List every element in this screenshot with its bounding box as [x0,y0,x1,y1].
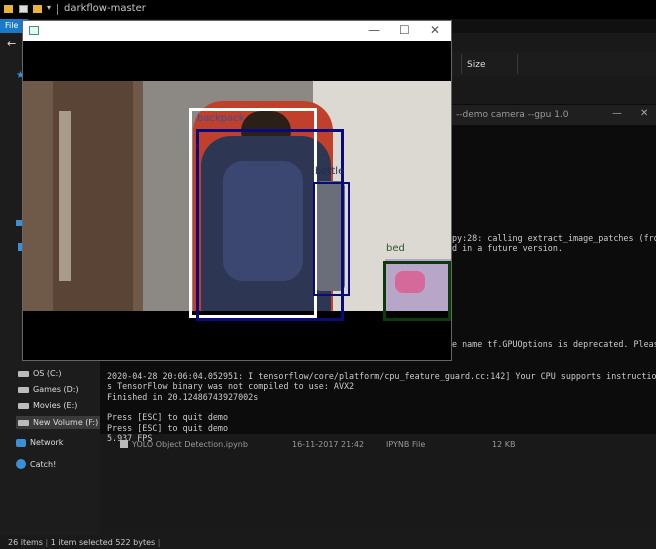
console-line: py:28: calling extract_image_patches (fr… [452,233,656,243]
nav-item-label: New Volume (F:) [33,418,99,427]
nav-item-label: Movies (E:) [33,401,78,410]
drive-icon [18,402,29,409]
console-line: d in a future version. [452,243,563,253]
detection-box-bed [383,261,451,321]
nav-item-label: OS (C:) [33,369,62,378]
console-line: Press [ESC] to quit demo [107,423,229,433]
file-size: 12 KB [492,440,516,449]
column-size[interactable]: Size [467,60,485,70]
nav-item-os-c[interactable]: OS (C:) [18,369,61,378]
file-icon [120,440,128,448]
quick-access-dropdown-icon[interactable]: ▾ [47,3,51,12]
console-line: 2020-04-28 20:06:04.052951: I tensorflow… [107,371,656,381]
nav-item-label: Network [30,438,64,447]
column-divider[interactable] [517,54,518,74]
nav-item-movies-e[interactable]: Movies (E:) [18,401,77,410]
nav-item-new-volume-f[interactable]: New Volume (F:) [16,416,100,429]
camera-window-title-bar[interactable]: — ☐ ✕ [23,21,451,41]
nav-item-label: Games (D:) [33,385,79,394]
camera-minimize-button[interactable]: — [368,23,380,37]
camera-window[interactable]: — ☐ ✕ [22,20,452,361]
explorer-title-bar: ▾ darkflow-master [0,0,656,19]
drive-icon [18,386,29,393]
detection-label-bed: bed [386,243,405,254]
file-date: 16-11-2017 21:42 [292,440,365,449]
catch-icon [16,459,26,469]
console-line: e name tf.GPUOptions is deprecated. Plea… [452,339,656,349]
explorer-title: darkflow-master [64,3,146,14]
properties-icon[interactable] [19,5,28,13]
new-folder-icon[interactable] [33,5,42,13]
nav-item-catch[interactable]: Catch! [16,459,56,469]
file-type: IPYNB File [386,440,426,449]
nav-item-games-d[interactable]: Games (D:) [18,385,79,394]
file-row[interactable]: YOLO Object Detection.ipynb 16-11-2017 2… [108,440,656,452]
status-item-count: 26 items [8,538,43,547]
console-title: --demo camera --gpu 1.0 [451,105,656,125]
folder-icon [4,5,13,13]
column-divider[interactable] [461,54,462,74]
door-mirror [59,111,71,281]
detection-label-bottle: bottle [315,166,345,177]
back-arrow-icon[interactable]: ← [7,37,16,50]
camera-close-button[interactable]: ✕ [430,23,440,37]
console-line: Finished in 20.12486743927002s [107,392,259,402]
console-title-text: --demo camera --gpu 1.0 [456,110,569,120]
nav-item-network[interactable]: Network [16,438,63,447]
drive-icon [18,419,29,426]
console-line: Press [ESC] to quit demo [107,412,229,422]
network-icon [16,438,26,447]
detection-box-bottle [313,182,350,296]
status-separator: | [157,538,161,547]
detection-label-backpack: backpack [197,113,245,124]
file-name: YOLO Object Detection.ipynb [132,440,248,449]
console-close-button[interactable]: ✕ [640,108,648,119]
title-separator [57,4,58,15]
status-selection: 1 item selected 522 bytes [50,538,156,547]
console-minimize-button[interactable]: — [612,108,622,119]
app-icon [29,26,39,35]
camera-maximize-button[interactable]: ☐ [399,23,410,37]
nav-item-label: Catch! [30,459,57,469]
console-line: s TensorFlow binary was not compiled to … [107,381,355,391]
status-bar: 26 items | 1 item selected 522 bytes | [0,535,656,549]
drive-icon [18,370,29,377]
